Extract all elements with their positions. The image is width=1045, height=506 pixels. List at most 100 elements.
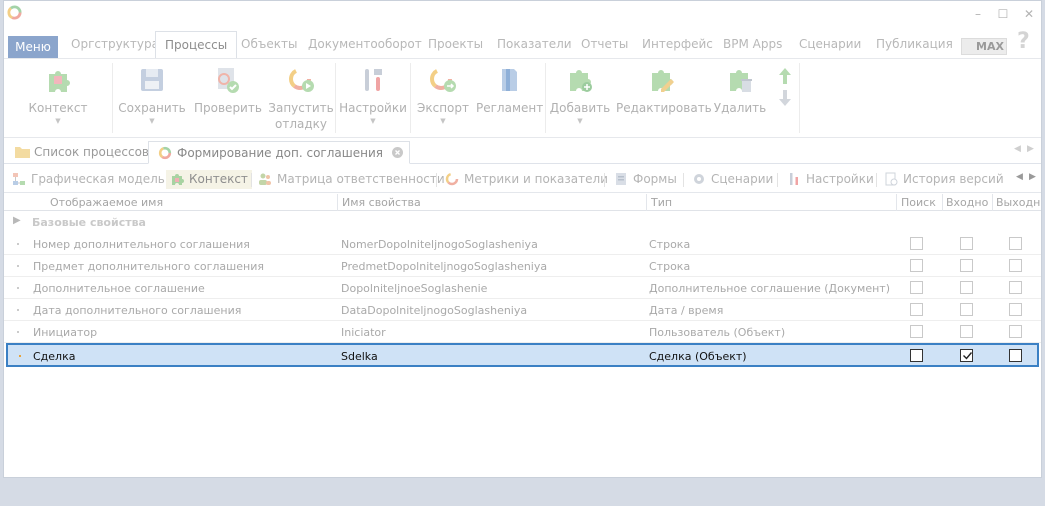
document-check-icon: [218, 68, 239, 93]
toolbar-scroll-left-icon[interactable]: ◀: [1016, 172, 1023, 182]
input-checkbox[interactable]: [960, 325, 973, 338]
puzzle-edit-icon: [652, 70, 674, 92]
tabs-scroll-right-icon[interactable]: ▶: [1027, 144, 1034, 154]
input-checkbox[interactable]: [960, 303, 973, 316]
output-checkbox[interactable]: [1009, 325, 1022, 338]
close-tab-icon[interactable]: [391, 147, 403, 158]
header-search[interactable]: Поиск: [901, 196, 936, 209]
puzzle-icon: [49, 71, 70, 92]
table-row[interactable]: Инициатор Iniciator Пользователь (Объект): [4, 321, 1041, 343]
export-dropdown-icon: ▼: [440, 117, 446, 125]
table-row[interactable]: Сделка Sdelka Сделка (Объект): [6, 343, 1039, 367]
group-row-base-properties[interactable]: ▶ Базовые свойства: [4, 211, 1041, 233]
row-marker-icon: [17, 243, 19, 245]
tab-publication[interactable]: Публикация: [876, 31, 953, 58]
start-debug-button[interactable]: Запустить отладку: [266, 65, 336, 132]
tab-document-flow[interactable]: Документооборот: [308, 31, 422, 58]
context-button[interactable]: Контекст ▼: [26, 65, 90, 126]
main-menu-button[interactable]: Меню: [8, 36, 58, 58]
add-button[interactable]: Добавить ▼: [549, 65, 611, 126]
check-button[interactable]: Проверить: [194, 65, 262, 116]
tabs-scroll-left-icon[interactable]: ◀: [1014, 144, 1021, 154]
header-type[interactable]: Тип: [651, 196, 672, 209]
export-button[interactable]: Экспорт ▼: [412, 65, 474, 126]
scenarios-label: Сценарии: [711, 172, 774, 186]
header-property-name[interactable]: Имя свойства: [342, 196, 421, 209]
version-history-button[interactable]: История версий: [884, 170, 1004, 189]
ribbon-separator: [799, 63, 800, 133]
close-button[interactable]: ✕: [1020, 5, 1038, 23]
tab-processes[interactable]: Процессы: [155, 31, 238, 58]
ribbon-separator: [545, 63, 546, 133]
settings-tab-label: Настройки: [806, 172, 874, 186]
book-icon: [502, 69, 517, 91]
maximize-button[interactable]: ☐: [994, 5, 1012, 23]
tab-objects[interactable]: Объекты: [241, 31, 297, 58]
search-checkbox[interactable]: [910, 281, 923, 294]
row-marker-icon: [17, 309, 19, 311]
row-marker-icon: [17, 287, 19, 289]
move-down-button[interactable]: [777, 89, 793, 111]
graphic-model-button[interactable]: Графическая модель: [12, 170, 165, 189]
delete-label: Удалить: [713, 101, 767, 115]
input-checkbox[interactable]: [960, 281, 973, 294]
ribbon-separator: [112, 63, 113, 133]
input-checkbox[interactable]: [960, 349, 973, 362]
context-tab-button[interactable]: Контекст: [166, 170, 252, 189]
edit-label: Редактировать: [616, 101, 712, 115]
table-row[interactable]: Дата дополнительного соглашения DataDopol…: [4, 299, 1041, 321]
expand-arrow-icon[interactable]: ▶: [13, 215, 21, 226]
document-tabs: Список процессов Формирование доп. согла…: [4, 138, 1041, 164]
tab-interface[interactable]: Интерфейс: [642, 31, 713, 58]
header-input[interactable]: Входно: [946, 196, 991, 209]
doctab-process-list[interactable]: Список процессов: [12, 141, 155, 164]
settings-tab-button[interactable]: Настройки: [787, 170, 874, 189]
edition-badge-label: MAX: [976, 40, 1004, 53]
tab-indicators[interactable]: Показатели: [497, 31, 572, 58]
output-checkbox[interactable]: [1009, 281, 1022, 294]
table-row[interactable]: Дополнительное соглашение DopolniteljnoeS…: [4, 277, 1041, 299]
edit-button[interactable]: Редактировать: [616, 65, 712, 116]
search-checkbox[interactable]: [910, 237, 923, 250]
tab-bpm-apps[interactable]: BPM Apps: [723, 31, 782, 58]
output-checkbox[interactable]: [1009, 237, 1022, 250]
header-display-name[interactable]: Отображаемое имя: [50, 196, 163, 209]
regulation-button[interactable]: Регламент: [476, 65, 543, 116]
table-row[interactable]: Предмет дополнительного соглашения Predme…: [4, 255, 1041, 277]
output-checkbox[interactable]: [1009, 303, 1022, 316]
search-checkbox[interactable]: [910, 259, 923, 272]
scenarios-button[interactable]: Сценарии: [692, 170, 773, 189]
output-checkbox[interactable]: [1009, 349, 1022, 362]
doctab-agreement[interactable]: Формирование доп. соглашения: [148, 141, 410, 164]
metrics-button[interactable]: Метрики и показатели: [445, 170, 608, 189]
puzzle-add-icon: [570, 70, 592, 92]
cell-display-name: Сделка: [33, 350, 76, 363]
toolbar-scroll-right-icon[interactable]: ▶: [1029, 172, 1036, 182]
toolbar-separator: [777, 173, 778, 187]
settings-label: Настройки: [339, 101, 407, 115]
input-checkbox[interactable]: [960, 237, 973, 250]
delete-button[interactable]: Удалить: [712, 65, 768, 116]
cell-display-name: Дата дополнительного соглашения: [33, 304, 242, 317]
header-output[interactable]: Выходн: [996, 196, 1040, 209]
tab-scenarios[interactable]: Сценарии: [799, 31, 861, 58]
responsibility-matrix-button[interactable]: Матрица ответственности: [258, 170, 445, 189]
search-checkbox[interactable]: [910, 303, 923, 316]
tab-orgstructure[interactable]: Оргструктура: [71, 31, 159, 58]
cell-property-name: NomerDopolniteljnogoSoglasheniya: [341, 238, 538, 251]
table-row[interactable]: Номер дополнительного соглашения NomerDop…: [4, 233, 1041, 255]
input-checkbox[interactable]: [960, 259, 973, 272]
minimize-button[interactable]: –: [969, 5, 987, 23]
settings-button[interactable]: Настройки ▼: [337, 65, 409, 126]
forms-button[interactable]: Формы: [614, 170, 677, 189]
help-icon[interactable]: ?: [1017, 29, 1030, 54]
move-up-button[interactable]: [777, 67, 793, 89]
context-label: Контекст: [28, 101, 88, 115]
search-checkbox[interactable]: [910, 349, 923, 362]
ribbon-separator: [410, 63, 411, 133]
tab-reports[interactable]: Отчеты: [581, 31, 628, 58]
search-checkbox[interactable]: [910, 325, 923, 338]
save-button[interactable]: Сохранить ▼: [118, 65, 186, 126]
output-checkbox[interactable]: [1009, 259, 1022, 272]
tab-projects[interactable]: Проекты: [428, 31, 483, 58]
